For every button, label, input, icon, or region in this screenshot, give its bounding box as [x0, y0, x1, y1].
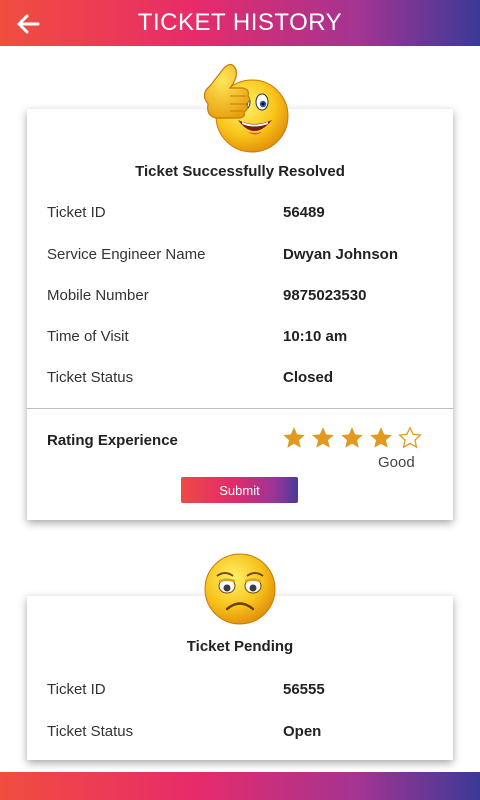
engineer-name-value: Dwyan Johnson: [283, 246, 399, 263]
mobile-number-value: 9875023530: [283, 287, 367, 304]
ticket-status-label: Ticket Status: [47, 723, 134, 740]
star-filled-icon[interactable]: [368, 425, 394, 451]
rating-text: Good: [378, 454, 415, 471]
ticket-id-label: Ticket ID: [47, 204, 106, 221]
rating-label: Rating Experience: [47, 432, 178, 449]
ticket-status-value: Closed: [283, 369, 334, 386]
arrow-left-icon[interactable]: [14, 10, 42, 38]
ticket-title: Ticket Pending: [186, 638, 294, 655]
ticket-status-value: Open: [283, 723, 322, 740]
time-of-visit-label: Time of Visit: [47, 328, 129, 345]
ticket-card-resolved: Ticket Successfully Resolved Ticket ID 5…: [27, 109, 453, 520]
mobile-number-label: Mobile Number: [47, 287, 149, 304]
divider: [27, 408, 453, 409]
ticket-title: Ticket Successfully Resolved: [135, 163, 345, 180]
ticket-status-label: Ticket Status: [47, 369, 134, 386]
engineer-name-label: Service Engineer Name: [47, 246, 206, 263]
sad-face-icon: [204, 553, 276, 625]
app-header: TICKET HISTORY: [0, 0, 480, 46]
time-of-visit-value: 10:10 am: [283, 328, 348, 345]
page-title: TICKET HISTORY: [137, 9, 343, 36]
star-filled-icon[interactable]: [339, 425, 365, 451]
ticket-id-label: Ticket ID: [47, 681, 106, 698]
thumbs-up-smiley-icon: [203, 63, 289, 153]
star-empty-icon[interactable]: [397, 425, 423, 451]
star-rating[interactable]: [281, 425, 423, 451]
submit-button[interactable]: Submit: [181, 477, 298, 503]
ticket-id-value: 56555: [283, 681, 325, 698]
footer-bar: [0, 772, 480, 800]
ticket-id-value: 56489: [283, 204, 325, 221]
star-filled-icon[interactable]: [281, 425, 307, 451]
star-filled-icon[interactable]: [310, 425, 336, 451]
